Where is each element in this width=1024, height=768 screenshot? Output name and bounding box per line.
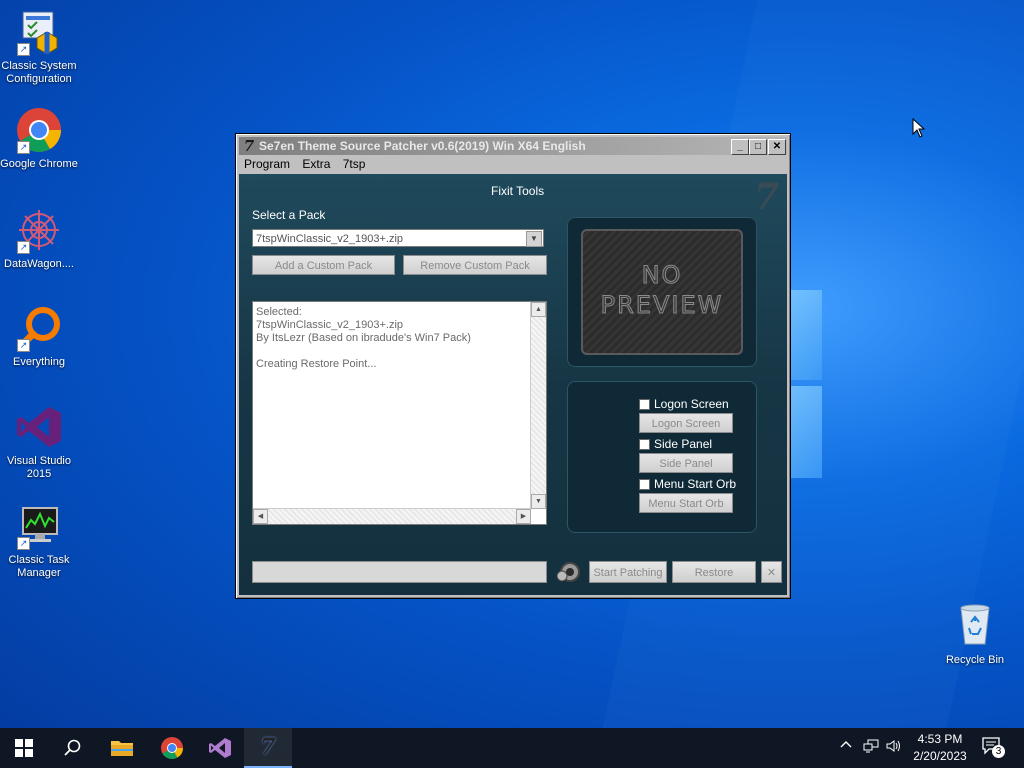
taskbar-clock[interactable]: 4:53 PM 2/20/2023 [900, 731, 980, 765]
side-panel-label: Side Panel [654, 437, 713, 451]
recycle-bin-icon [951, 600, 999, 648]
desktop-icon-visual-studio-2015[interactable]: Visual Studio 2015 [0, 403, 78, 481]
menu-7tsp[interactable]: 7tsp [343, 157, 366, 171]
visual-studio-icon [209, 738, 231, 758]
desktop-icon-label: Classic Task Manager [8, 554, 70, 579]
clock-date: 2/20/2023 [913, 749, 967, 763]
start-button[interactable] [0, 728, 48, 768]
clock-time: 4:53 PM [917, 732, 963, 746]
start-patching-button[interactable]: Start Patching [589, 561, 667, 583]
menu-start-orb-button[interactable]: Menu Start Orb [639, 493, 733, 513]
pack-select-dropdown[interactable]: 7tspWinClassic_v2_1903+.zip ▼ [252, 229, 544, 247]
menu-program[interactable]: Program [244, 157, 290, 171]
minimize-button[interactable]: _ [731, 139, 749, 155]
7tsp-logo: 7 [753, 176, 779, 218]
menu-bar: Program Extra 7tsp [239, 156, 787, 173]
restore-button[interactable]: Restore [672, 561, 756, 583]
wallpaper-logo-pane-top [790, 290, 822, 380]
windows-logo-icon [15, 739, 33, 757]
desktop-icon-everything[interactable]: ↗ Everything [0, 304, 78, 369]
log-text: Selected: 7tspWinClassic_v2_1903+.zip By… [256, 306, 471, 370]
preview-preview-text: PREVIEW [600, 291, 724, 320]
vertical-scrollbar[interactable]: ▲ ▼ [530, 302, 546, 509]
desktop-icon-label: Classic System Configuration [1, 60, 77, 85]
taskbar-7tsp[interactable]: 7 [244, 728, 292, 768]
logon-screen-button[interactable]: Logon Screen [639, 413, 733, 433]
desktop-icon-label: Google Chrome [0, 158, 78, 170]
window-title: Se7en Theme Source Patcher v0.6(2019) Wi… [259, 139, 586, 153]
show-hidden-icons-button[interactable] [840, 739, 852, 754]
close-button[interactable]: ✕ [768, 139, 786, 155]
mouse-cursor-icon [912, 117, 926, 143]
gear-icon[interactable] [555, 560, 581, 584]
chevron-up-icon [840, 741, 852, 748]
scroll-left-arrow-icon[interactable]: ◀ [253, 509, 268, 524]
shortcut-arrow-icon: ↗ [17, 241, 30, 254]
task-manager-icon: ↗ [15, 502, 63, 550]
wallpaper-logo-pane-bottom [790, 386, 822, 478]
add-custom-pack-button[interactable]: Add a Custom Pack [252, 255, 395, 275]
shortcut-arrow-icon: ↗ [17, 141, 30, 154]
preview-panel: NO PREVIEW [567, 217, 757, 367]
desktop-icon-label: DataWagon.... [4, 258, 74, 270]
clear-x-button[interactable]: ✕ [761, 561, 782, 583]
log-output[interactable]: Selected: 7tspWinClassic_v2_1903+.zip By… [252, 301, 547, 525]
desktop-icon-label: Everything [13, 356, 65, 368]
options-panel: Logon Screen Logon Screen Side Panel Sid… [567, 381, 757, 533]
chrome-icon [161, 737, 183, 759]
shortcut-arrow-icon: ↗ [17, 43, 30, 56]
network-icon [863, 739, 879, 753]
shortcut-arrow-icon: ↗ [17, 537, 30, 550]
window-titlebar[interactable]: 7 Se7en Theme Source Patcher v0.6(2019) … [239, 137, 787, 155]
app-7-icon: 7 [260, 734, 276, 760]
network-tray-button[interactable] [863, 739, 879, 756]
desktop-icon-recycle-bin[interactable]: Recycle Bin [940, 600, 1010, 666]
theme-preview-image: NO PREVIEW [581, 229, 743, 355]
logon-screen-checkbox[interactable] [639, 399, 650, 410]
taskbar: 7 4:53 PM 2/20/2023 3 [0, 728, 1024, 768]
patcher-window: 7 Se7en Theme Source Patcher v0.6(2019) … [235, 133, 791, 599]
app-7-icon: 7 [243, 137, 255, 155]
everything-search-icon: ↗ [15, 304, 63, 352]
chrome-icon: ↗ [15, 106, 63, 154]
select-pack-label: Select a Pack [252, 208, 326, 222]
desktop-icon-label: Visual Studio 2015 [6, 455, 71, 480]
selected-pack-value: 7tspWinClassic_v2_1903+.zip [256, 233, 404, 245]
menu-start-orb-checkbox[interactable] [639, 479, 650, 490]
progress-bar [252, 561, 547, 583]
system-config-icon: ↗ [15, 8, 63, 56]
scroll-up-arrow-icon[interactable]: ▲ [531, 302, 546, 317]
taskbar-chrome[interactable] [148, 728, 196, 768]
side-panel-button[interactable]: Side Panel [639, 453, 733, 473]
preview-no-text: NO [641, 261, 683, 290]
visual-studio-icon [15, 403, 63, 451]
taskbar-file-explorer[interactable] [98, 728, 146, 768]
window-client-area: 7 Fixit Tools Select a Pack 7tspWinClass… [239, 174, 787, 595]
menu-extra[interactable]: Extra [302, 157, 330, 171]
scroll-down-arrow-icon[interactable]: ▼ [531, 494, 546, 509]
remove-custom-pack-button[interactable]: Remove Custom Pack [403, 255, 547, 275]
side-panel-checkbox[interactable] [639, 439, 650, 450]
maximize-button[interactable]: □ [749, 139, 767, 155]
datawagon-icon: ↗ [15, 206, 63, 254]
action-center-button[interactable]: 3 [982, 737, 1008, 759]
notification-count-badge: 3 [992, 745, 1005, 758]
scroll-right-arrow-icon[interactable]: ▶ [516, 509, 531, 524]
shortcut-arrow-icon: ↗ [17, 339, 30, 352]
search-icon [64, 739, 81, 756]
fixit-tools-title: Fixit Tools [491, 184, 545, 198]
taskbar-visual-studio[interactable] [196, 728, 244, 768]
chevron-down-icon[interactable]: ▼ [526, 231, 542, 247]
desktop-icon-google-chrome[interactable]: ↗ Google Chrome [0, 106, 78, 171]
folder-icon [111, 741, 133, 756]
search-button[interactable] [48, 728, 96, 768]
logon-screen-label: Logon Screen [654, 397, 729, 411]
desktop-icon-datawagon[interactable]: ↗ DataWagon.... [0, 206, 78, 271]
desktop-icon-label: Recycle Bin [945, 654, 1005, 666]
menu-start-orb-label: Menu Start Orb [654, 477, 737, 491]
horizontal-scrollbar[interactable]: ◀ ▶ [253, 508, 531, 524]
desktop-icon-classic-task-manager[interactable]: ↗ Classic Task Manager [0, 502, 78, 580]
desktop-icon-classic-system-configuration[interactable]: ↗ Classic System Configuration [0, 8, 78, 86]
